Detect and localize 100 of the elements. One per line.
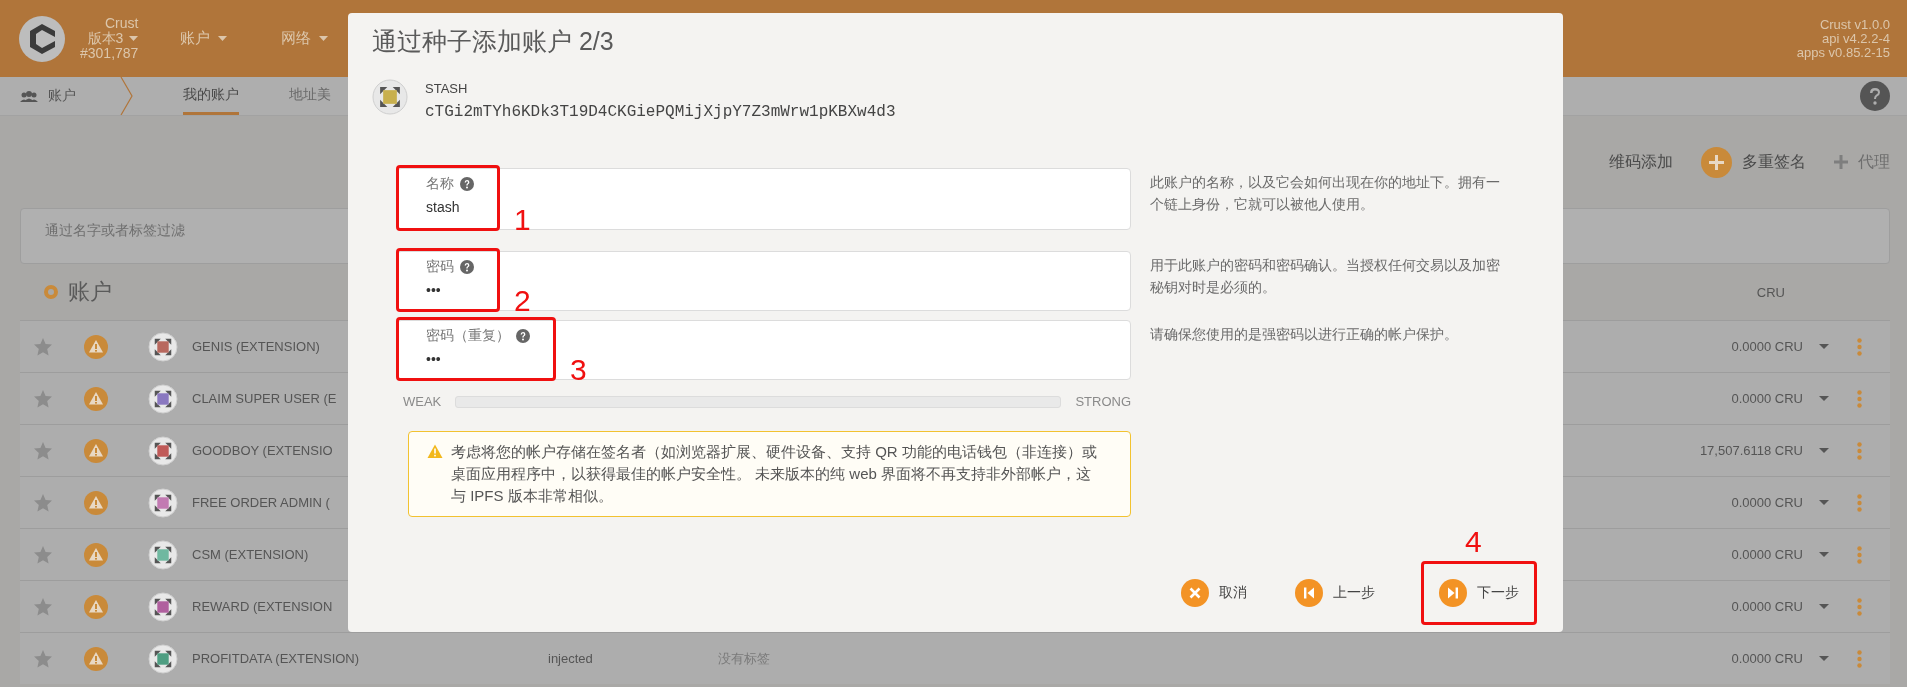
tab[interactable]: 我的账户 [183,77,239,115]
star-icon[interactable] [34,545,52,564]
account-name: GOODBOY (EXTENSIO [192,443,333,458]
kebab-menu-icon[interactable] [1857,389,1862,408]
nav-menu[interactable]: 网络 [277,25,333,52]
caret-icon[interactable] [1819,656,1829,661]
star-icon[interactable] [34,389,52,408]
field-value: ••• [426,351,442,367]
section-title: 账户 [48,87,76,105]
kebab-menu-icon[interactable] [1857,649,1862,668]
warning-text: 考虑将您的帐户存储在签名者（如浏览器扩展、硬件设备、支持 QR 功能的电话钱包（非连接）或桌面应用程序中，以获得最佳的帐户安全性。 未来版本的纯 web 界面将不再支持非外部帐户，这与 IPFS 版本非常相似。 [451,442,1098,506]
account-name: REWARD (EXTENSION [192,599,333,614]
warning-icon [84,334,108,359]
password-field[interactable]: 密码 ••• 2 [397,251,1131,311]
version-selector[interactable]: 版本3 [87,31,139,46]
warning-icon [84,594,108,619]
annotation-number: 4 [1465,527,1482,557]
identicon-icon [148,591,178,622]
balance-amount: 0.0000 CRU [1731,599,1803,614]
account-name: GENIS (EXTENSION) [192,339,320,354]
account-address: cTGi2mTYh6KDk3T19D4CKGiePQMijXjpY7Z3mWrw1pKBXw4d3 [425,103,896,121]
identicon-icon [148,487,178,518]
ring-icon [44,285,58,299]
skip-forward-icon [1439,579,1467,607]
field-label: 密码（重复） [426,327,510,345]
warning-icon [84,542,108,567]
strength-label: WEAK [403,394,442,409]
help-icon[interactable] [460,177,474,191]
balance-amount: 0.0000 CRU [1731,339,1803,354]
name-field[interactable]: 名称 stash 1 [397,168,1131,230]
help-icon[interactable] [1860,81,1890,111]
identicon-icon [148,539,178,570]
section-heading: 账户 [68,278,112,306]
nav-menu[interactable]: 账户 [176,25,232,52]
caret-icon[interactable] [1819,396,1829,401]
caret-icon[interactable] [1819,344,1829,349]
plus-icon [1701,146,1732,178]
block-number: #301,787 [80,46,139,61]
balance-amount: 0.0000 CRU [1731,547,1803,562]
caret-icon[interactable] [1819,448,1829,453]
identicon-icon [372,79,408,115]
balance-amount: 0.0000 CRU [1731,391,1803,406]
warning-icon [84,646,108,671]
caret-icon[interactable] [1819,552,1829,557]
version-text: apps v0.85.2-15 [1796,45,1890,60]
kebab-menu-icon[interactable] [1857,493,1862,512]
account-name: CLAIM SUPER USER (E [192,391,337,406]
kebab-menu-icon[interactable] [1857,545,1862,564]
users-icon [20,90,38,102]
field-value: stash [426,199,461,215]
skip-back-icon [1295,579,1323,607]
help-icon[interactable] [516,329,530,343]
chain-name: Crust [104,16,139,31]
column-header: CRU [1756,284,1785,300]
dialog-title: 通过种子添加账户 2/3 [372,26,615,57]
account-name: CSM (EXTENSION) [192,547,309,562]
field-value: ••• [426,282,442,298]
identicon-icon [148,331,178,362]
star-icon[interactable] [34,597,52,616]
toolbar-button[interactable]: 多重签名 [1701,146,1806,178]
caret-icon[interactable] [1819,500,1829,505]
warning-icon [84,490,108,515]
help-icon[interactable] [460,260,474,274]
caret-icon [319,36,329,41]
caret-icon[interactable] [1819,604,1829,609]
help-text: 请确保您使用的是强密码以进行正确的帐户保护。 [1150,326,1459,344]
help-text: 用于此账户的密码和密码确认。当授权任何交易以及加密秘钥对时是必须的。 [1150,257,1501,297]
toolbar-button[interactable]: 维码添加 [1609,151,1673,173]
balance-amount: 0.0000 CRU [1731,651,1803,666]
caret-icon [129,36,139,41]
identicon-icon [148,435,178,466]
identicon-icon [148,643,178,674]
field-label: 密码 [426,258,454,276]
warning-icon [427,444,443,459]
cancel-icon [1181,579,1209,607]
version-text: api v4.2.2-4 [1822,31,1890,46]
star-icon[interactable] [34,337,52,356]
star-icon[interactable] [34,493,52,512]
account-name: FREE ORDER ADMIN ( [192,495,330,510]
caret-icon [218,36,228,41]
kebab-menu-icon[interactable] [1857,597,1862,616]
account-name: STASH [425,81,469,96]
kebab-menu-icon[interactable] [1857,441,1862,460]
help-text: 此账户的名称，以及它会如何出现在你的地址下。拥有一个链上身份，它就可以被他人使用。 [1150,174,1501,214]
star-icon[interactable] [34,649,52,668]
field-label: 名称 [426,175,454,193]
account-name: PROFITDATA (EXTENSION) [192,651,360,666]
back-button[interactable]: 上一步 [1291,573,1379,613]
tab[interactable]: 地址美 [289,77,331,115]
cancel-button[interactable]: 取消 [1177,573,1251,613]
warning-icon [84,386,108,411]
account-type: injected [548,651,594,666]
warning-icon [84,438,108,463]
next-button[interactable]: 下一步 [1435,573,1523,613]
kebab-menu-icon[interactable] [1857,337,1862,356]
strength-label: STRONG [1075,394,1131,409]
password-field[interactable]: 密码（重复） ••• 3 [397,320,1131,380]
balance-amount: 0.0000 CRU [1731,495,1803,510]
identicon-icon [148,383,178,414]
star-icon[interactable] [34,441,52,460]
